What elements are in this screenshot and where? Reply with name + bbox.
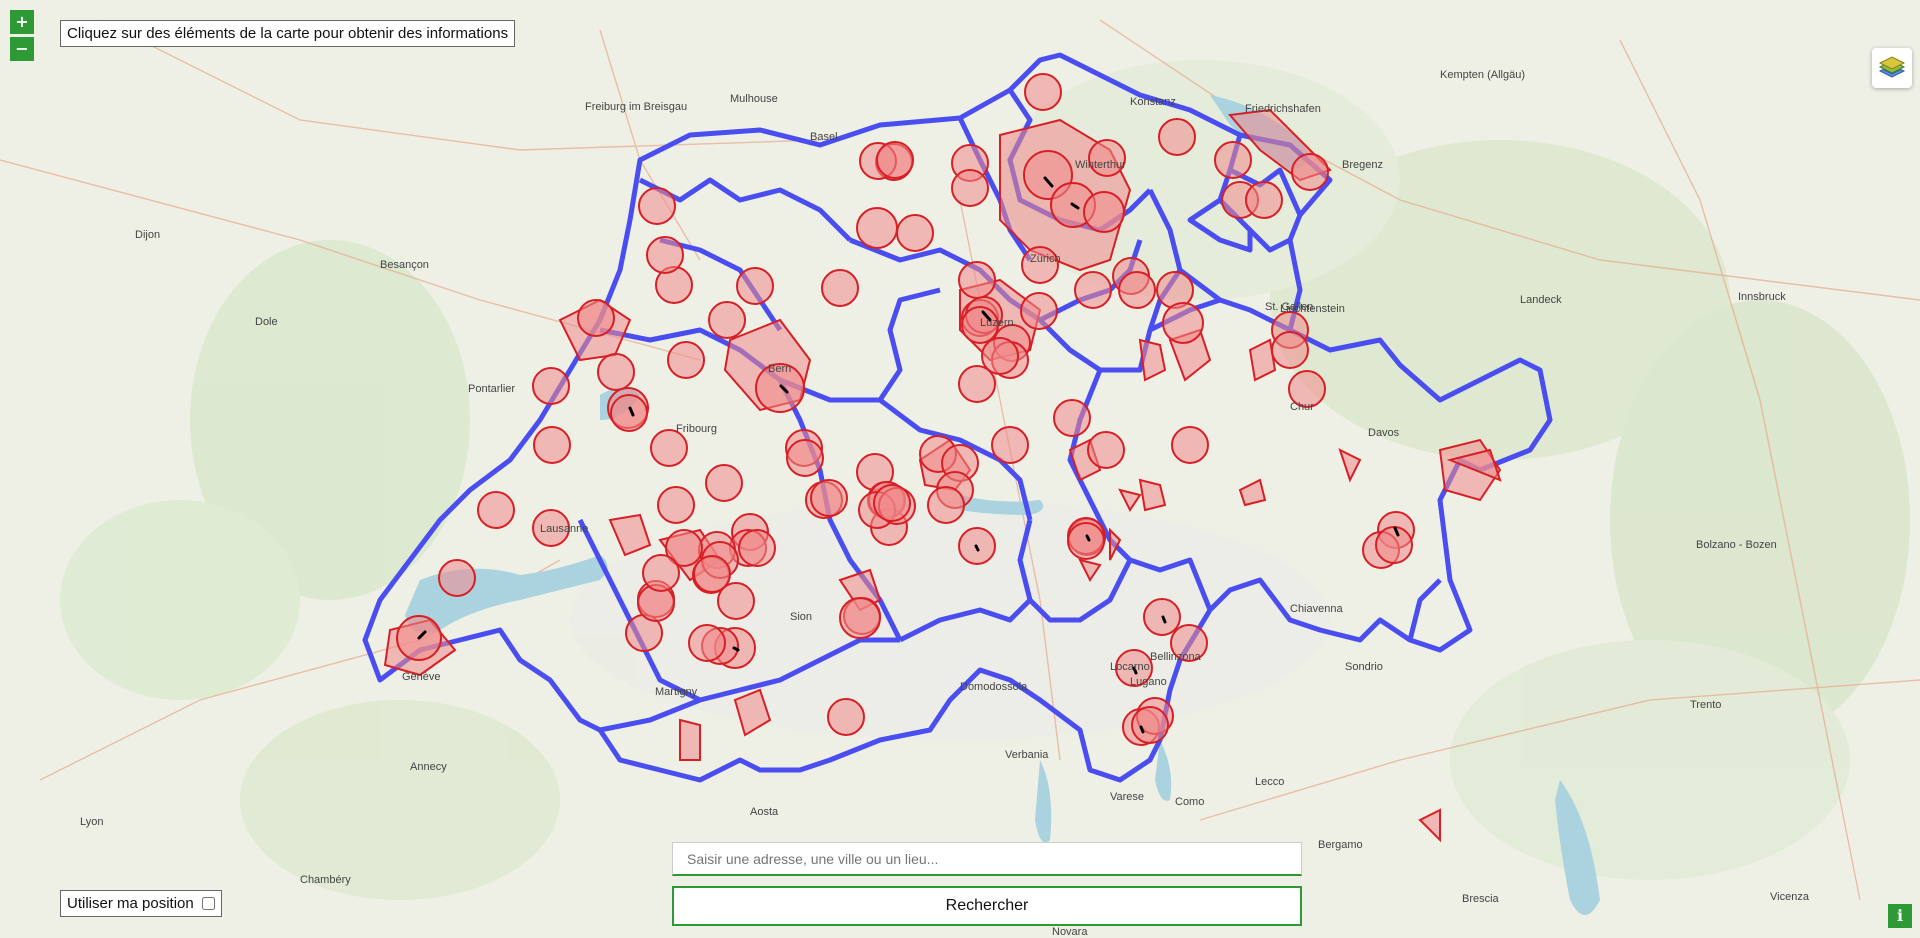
layers-icon bbox=[1878, 56, 1906, 78]
label-brescia: Brescia bbox=[1462, 893, 1500, 905]
label-landeck: Landeck bbox=[1520, 294, 1562, 306]
label-geneve: Genève bbox=[402, 671, 441, 683]
label-basel: Basel bbox=[810, 131, 838, 143]
label-innsbruck: Innsbruck bbox=[1738, 291, 1786, 303]
label-domodossola: Domodossola bbox=[960, 681, 1028, 693]
label-luzern: Luzern bbox=[980, 317, 1014, 329]
label-kempten: Kempten (Allgäu) bbox=[1440, 69, 1525, 81]
label-chur: Chur bbox=[1290, 401, 1314, 413]
label-lyon: Lyon bbox=[80, 816, 103, 828]
label-locarno: Locarno bbox=[1110, 661, 1150, 673]
label-liechtenstein: Liechtenstein bbox=[1280, 303, 1345, 315]
label-annecy: Annecy bbox=[410, 761, 447, 773]
label-vicenza: Vicenza bbox=[1770, 891, 1810, 903]
zoom-out-button[interactable]: − bbox=[10, 37, 34, 61]
label-verbania: Verbania bbox=[1005, 749, 1049, 761]
label-novara: Novara bbox=[1052, 926, 1088, 938]
label-bern: Bern bbox=[768, 363, 791, 375]
map-info-text: Cliquez sur des éléments de la carte pou… bbox=[60, 20, 516, 47]
layer-switcher-button[interactable] bbox=[1872, 48, 1912, 88]
label-bellinzona: Bellinzona bbox=[1150, 651, 1202, 663]
label-chambery: Chambéry bbox=[300, 874, 351, 886]
label-dijon: Dijon bbox=[135, 229, 160, 241]
zoom-in-button[interactable]: + bbox=[10, 10, 34, 34]
label-pontarlier: Pontarlier bbox=[468, 383, 515, 395]
label-freiburg: Freiburg im Breisgau bbox=[585, 101, 687, 113]
label-trento: Trento bbox=[1690, 699, 1721, 711]
label-varese: Varese bbox=[1110, 791, 1144, 803]
label-aosta: Aosta bbox=[750, 806, 779, 818]
address-search-input[interactable] bbox=[672, 842, 1302, 876]
label-martigny: Martigny bbox=[655, 686, 698, 698]
label-winterthur: Winterthur bbox=[1075, 159, 1126, 171]
label-davos: Davos bbox=[1368, 427, 1400, 439]
label-besancon: Besançon bbox=[380, 259, 429, 271]
map-canvas[interactable]: Mulhouse Dijon Besançon Dole Pontarlier … bbox=[0, 0, 1920, 938]
use-location-control[interactable]: Utiliser ma position bbox=[60, 890, 222, 917]
info-button[interactable]: i bbox=[1888, 904, 1912, 928]
label-zurich: Zürich bbox=[1030, 253, 1061, 265]
label-como: Como bbox=[1175, 796, 1204, 808]
label-konstanz: Konstanz bbox=[1130, 96, 1176, 108]
label-bolzano: Bolzano - Bozen bbox=[1696, 539, 1777, 551]
use-location-checkbox[interactable] bbox=[201, 897, 215, 910]
label-lausanne: Lausanne bbox=[540, 523, 588, 535]
search-button[interactable]: Rechercher bbox=[672, 886, 1302, 926]
label-dole: Dole bbox=[255, 316, 278, 328]
use-location-label: Utiliser ma position bbox=[67, 895, 194, 912]
label-bregenz: Bregenz bbox=[1342, 159, 1383, 171]
label-lugano: Lugano bbox=[1130, 676, 1167, 688]
label-bergamo: Bergamo bbox=[1318, 839, 1363, 851]
label-lecco: Lecco bbox=[1255, 776, 1284, 788]
label-sondrio: Sondrio bbox=[1345, 661, 1383, 673]
label-mulhouse: Mulhouse bbox=[730, 93, 778, 105]
label-friedrichshafen: Friedrichshafen bbox=[1245, 103, 1321, 115]
label-sion: Sion bbox=[790, 611, 812, 623]
zoom-control: + − bbox=[10, 10, 34, 61]
label-fribourg: Fribourg bbox=[676, 423, 717, 435]
label-chiavenna: Chiavenna bbox=[1290, 603, 1343, 615]
